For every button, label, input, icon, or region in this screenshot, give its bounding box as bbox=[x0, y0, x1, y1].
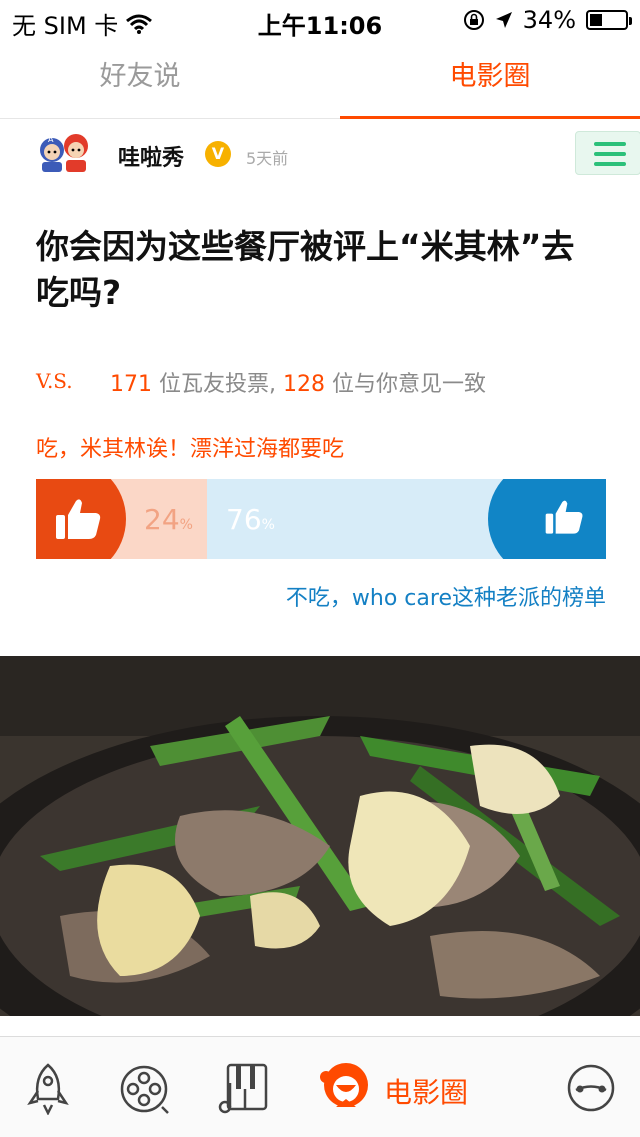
vs-label: V.S. bbox=[36, 369, 73, 393]
battery-icon bbox=[586, 10, 632, 30]
option-a-label[interactable]: 吃，米其林诶！漂洋过海都要吃 bbox=[36, 431, 344, 463]
thumbs-up-icon bbox=[545, 500, 583, 534]
percent-b-value: 76 bbox=[226, 503, 262, 536]
tab-movie-circle[interactable]: 电影圈 bbox=[340, 54, 640, 93]
film-reel-icon[interactable] bbox=[118, 1063, 170, 1115]
battery-percent: 34% bbox=[522, 6, 576, 34]
profile-face-icon[interactable] bbox=[566, 1063, 616, 1113]
agree-count-suffix: 位与你意见一致 bbox=[324, 372, 486, 397]
nav-label-movie-circle[interactable]: 电影圈 bbox=[384, 1071, 468, 1111]
percent-a-value: 24 bbox=[144, 503, 180, 536]
verified-badge: V bbox=[205, 141, 231, 167]
rotation-lock-icon bbox=[463, 10, 484, 30]
bottom-nav: 电影圈 bbox=[0, 1036, 640, 1137]
rocket-icon[interactable] bbox=[26, 1063, 70, 1115]
top-tabs: 好友说 电影圈 bbox=[0, 40, 640, 119]
menu-button[interactable] bbox=[575, 131, 640, 175]
piano-music-icon[interactable] bbox=[218, 1063, 270, 1115]
percent-b: 76% bbox=[226, 503, 275, 536]
post-time: 5天前 bbox=[246, 149, 289, 168]
vote-bar: 24% 76% bbox=[36, 479, 606, 559]
menu-line-icon bbox=[594, 152, 626, 156]
thumbs-up-icon bbox=[56, 499, 101, 539]
location-icon bbox=[495, 12, 512, 28]
author-name[interactable]: 哇啦秀 bbox=[118, 140, 184, 172]
percent-a: 24% bbox=[144, 503, 193, 536]
active-tab-indicator bbox=[340, 116, 640, 119]
percent-a-unit: % bbox=[179, 517, 193, 533]
status-bar: 无 SIM 卡 上午11:06 34% bbox=[0, 0, 640, 40]
menu-line-icon bbox=[594, 142, 626, 146]
percent-b-unit: % bbox=[261, 517, 275, 533]
svg-text:A: A bbox=[48, 135, 54, 144]
vote-stats: 171 位瓦友投票, 128 位与你意见一致 bbox=[110, 366, 486, 398]
status-right: 34% bbox=[463, 6, 632, 34]
option-b-label[interactable]: 不吃，who care这种老派的榜单 bbox=[0, 580, 606, 612]
mascot-icon[interactable] bbox=[318, 1059, 374, 1115]
agree-count: 128 bbox=[282, 372, 325, 397]
post-title[interactable]: 你会因为这些餐厅被评上“米其林”去吃吗? bbox=[36, 224, 596, 316]
food-photo[interactable] bbox=[0, 656, 640, 1016]
menu-line-icon bbox=[594, 162, 626, 166]
tab-friends[interactable]: 好友说 bbox=[0, 54, 300, 93]
voter-count-suffix: 位瓦友投票, bbox=[152, 372, 283, 397]
voter-count: 171 bbox=[110, 372, 152, 397]
author-avatar[interactable]: A bbox=[36, 128, 92, 176]
